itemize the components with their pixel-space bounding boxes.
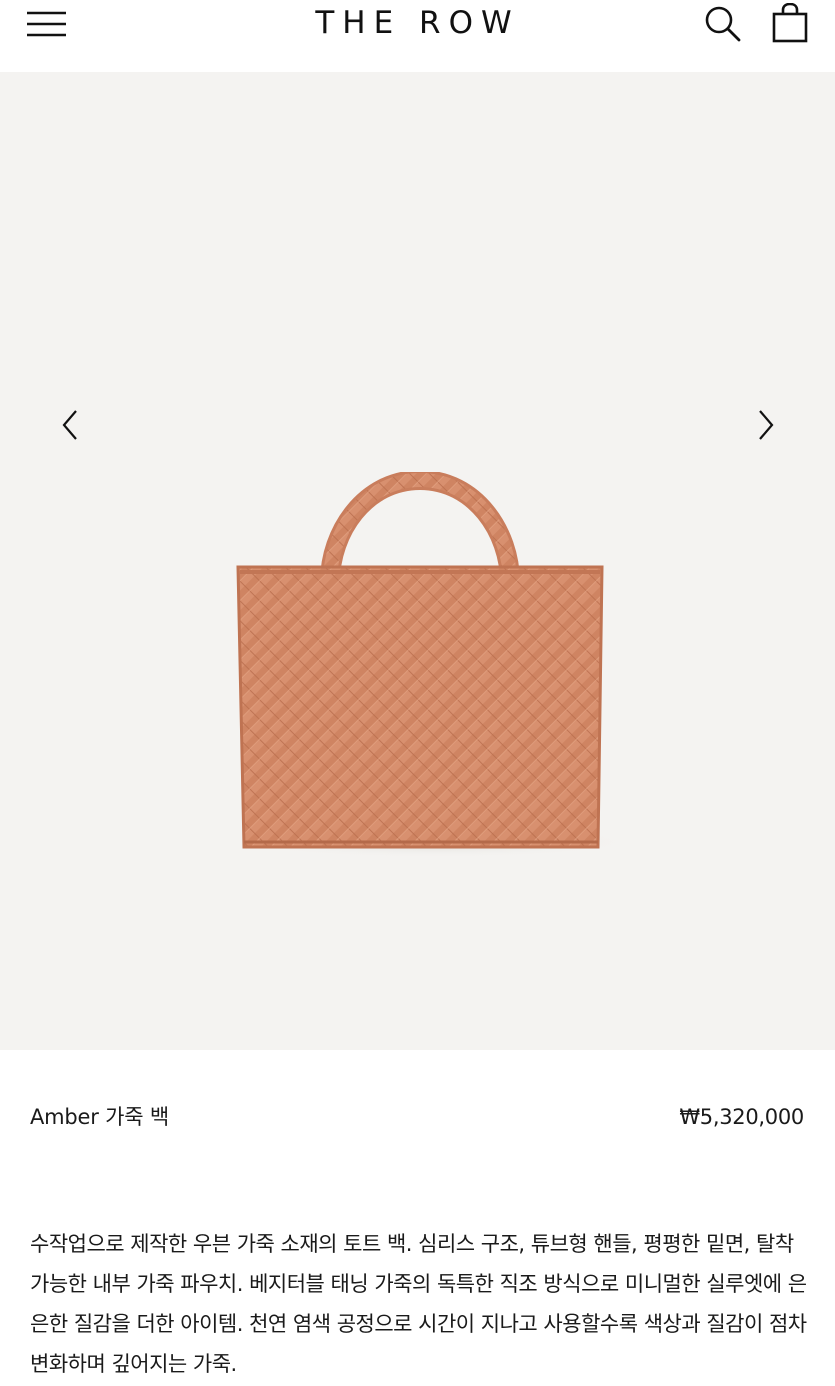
search-icon[interactable]	[704, 5, 742, 43]
chevron-right-icon[interactable]	[750, 407, 780, 443]
product-info: Amber 가죽 백 ₩5,320,000 수작업으로 제작한 우븐 가죽 소재…	[0, 1050, 835, 1386]
chevron-left-icon[interactable]	[56, 407, 86, 443]
shopping-bag-icon[interactable]	[772, 3, 808, 43]
product-image-gallery[interactable]	[0, 72, 835, 1050]
product-price: ₩5,320,000	[679, 1105, 804, 1129]
product-name: Amber 가죽 백	[30, 1105, 170, 1129]
hamburger-menu-icon[interactable]	[26, 10, 68, 42]
product-image-woven-tote-bag	[235, 472, 620, 858]
site-header: THE ROW	[0, 0, 835, 72]
product-description: 수작업으로 제작한 우븐 가죽 소재의 토트 백. 심리스 구조, 튜브형 핸들…	[30, 1232, 807, 1376]
brand-logo-link[interactable]: THE ROW	[315, 5, 519, 41]
